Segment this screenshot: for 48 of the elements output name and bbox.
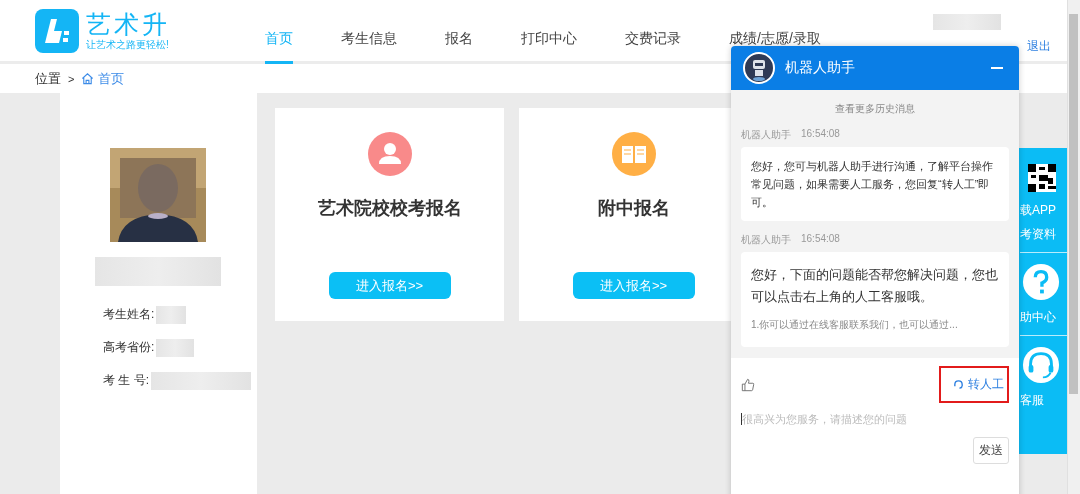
minimize-icon	[991, 67, 1003, 69]
enter-button[interactable]: 进入报名>>	[572, 272, 695, 299]
send-button[interactable]: 发送	[973, 437, 1009, 464]
field-label: 高考省份:	[103, 339, 155, 356]
blurred-value	[156, 338, 195, 357]
nav-tab[interactable]: 打印中心	[521, 0, 577, 45]
breadcrumb-separator: >	[68, 72, 75, 85]
side-bar-label[interactable]: 助中心	[1020, 309, 1068, 325]
home-icon	[81, 72, 95, 85]
message-text: 您好，下面的问题能否帮您解决问题，您也可以点击右上角的人工客服哦。	[751, 266, 999, 306]
help-icon	[1022, 263, 1060, 301]
scrollbar[interactable]	[1067, 0, 1080, 494]
field-label: 考生姓名:	[103, 306, 155, 323]
blurred-username	[933, 14, 1001, 30]
breadcrumb-label: 位置	[35, 69, 61, 88]
nav-tab[interactable]: 考生信息	[341, 0, 397, 45]
message-time: 16:54:08	[801, 233, 840, 246]
enter-button[interactable]: 进入报名>>	[328, 272, 451, 299]
qr-code-icon	[1028, 164, 1056, 192]
history-link[interactable]: 查看更多历史消息	[741, 102, 1009, 116]
side-bar-label[interactable]: 客服	[1020, 392, 1068, 408]
nav-tab[interactable]: 成绩/志愿/录取	[729, 0, 821, 45]
sender-name: 机器人助手	[741, 233, 791, 247]
scrollbar-thumb[interactable]	[1069, 14, 1078, 394]
suggested-question[interactable]: 1.你可以通过在线客服联系我们，也可以通过...	[751, 318, 999, 332]
logo-slogan: 让艺术之路更轻松!	[86, 37, 170, 52]
card-title: 艺术院校校考报名	[317, 197, 462, 220]
robot-avatar-icon	[743, 52, 775, 84]
nav-tab[interactable]: 交费记录	[625, 0, 681, 45]
headset-icon	[1022, 346, 1060, 384]
headset-icon	[953, 379, 964, 390]
message-text: 您好，您可与机器人助手进行沟通，了解平台操作常见问题，如果需要人工服务，您回复“转人工”即可。	[751, 159, 994, 210]
message-input[interactable]: 很高兴为您服务，请描述您的问题	[741, 413, 1009, 425]
sender-name: 机器人助手	[741, 128, 791, 142]
nav-tab[interactable]: 报名	[445, 0, 473, 45]
transfer-button[interactable]: 转人工	[939, 366, 1009, 403]
account-link[interactable]: 退出	[1027, 38, 1051, 55]
breadcrumb-link[interactable]: 首页	[98, 69, 125, 88]
chat-title: 机器人助手	[785, 59, 855, 77]
card-title: 附中报名	[597, 197, 670, 220]
side-bar-label[interactable]: 载APP	[1020, 202, 1068, 218]
field-label: 考 生 号:	[103, 372, 149, 389]
thumbs-up-icon[interactable]	[741, 377, 755, 392]
message-time: 16:54:08	[801, 128, 840, 141]
logo-icon	[35, 8, 79, 53]
side-bar-label[interactable]: 考资料	[1020, 226, 1068, 242]
logo-name: 艺术升	[86, 9, 170, 38]
blurred-value	[156, 305, 187, 324]
